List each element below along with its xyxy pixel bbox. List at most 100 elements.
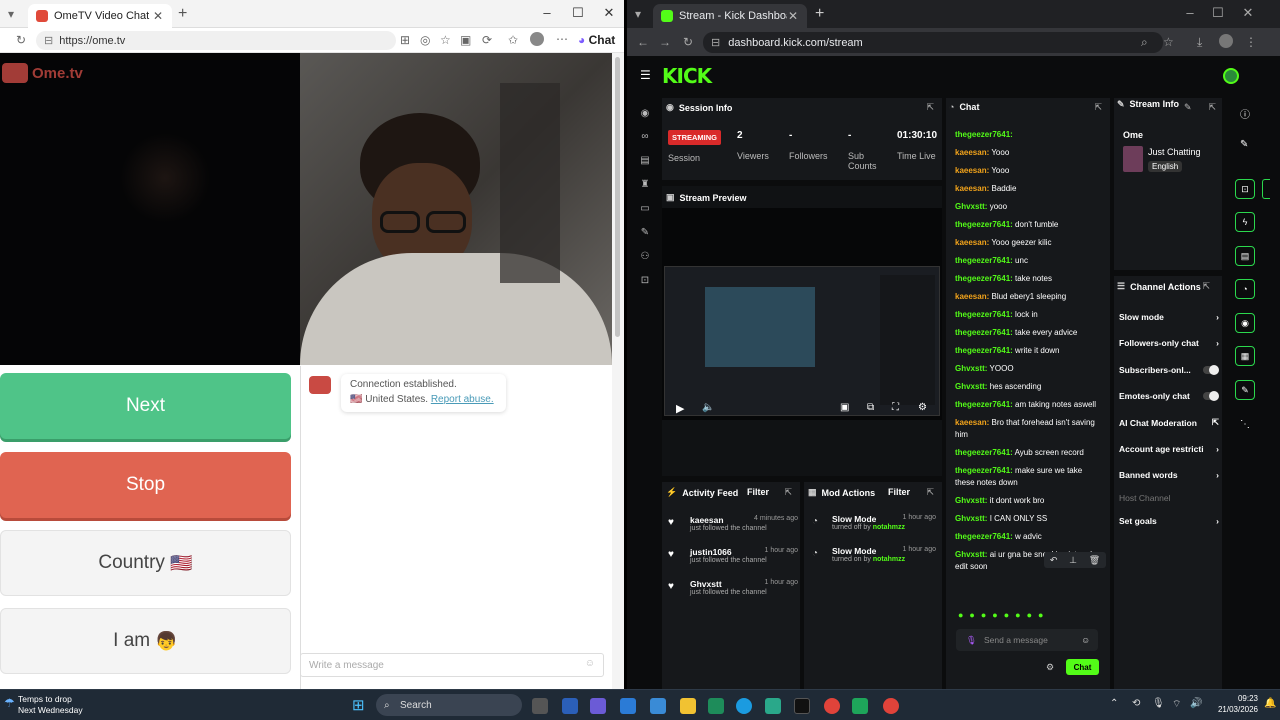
kick-logo[interactable]: KICK xyxy=(662,64,712,88)
stream-icon[interactable]: ◉ xyxy=(640,108,650,119)
hamburger-menu-icon[interactable]: ☰ xyxy=(640,68,651,82)
taskbar-search[interactable]: ⌕ Search xyxy=(376,694,522,716)
info-icon[interactable]: ⓘ xyxy=(1240,106,1250,121)
app-icon[interactable] xyxy=(852,698,868,714)
analytics-icon[interactable]: ▤ xyxy=(640,155,650,166)
tab-ometv[interactable]: OmeTV Video Chat — Omegl ✕ xyxy=(28,4,172,28)
maximize-icon[interactable]: ☐ xyxy=(1203,5,1233,21)
profile-avatar[interactable] xyxy=(530,32,544,46)
chat-message[interactable]: kaeesan: Yooo xyxy=(955,147,1103,159)
trophy-icon[interactable]: ♜ xyxy=(640,179,650,190)
chat-message[interactable]: thegeezer7641: xyxy=(955,129,1103,141)
site-info-icon[interactable]: ⊟ xyxy=(711,36,720,49)
tiktok-icon[interactable] xyxy=(794,698,810,714)
chat-username[interactable]: thegeezer7641: xyxy=(955,400,1013,409)
chat-message[interactable]: thegeezer7641: take every advice xyxy=(955,327,1103,339)
volume-icon[interactable]: 🔊 xyxy=(1190,698,1202,709)
send-chat-button[interactable]: Chat xyxy=(1066,659,1099,675)
close-tab-icon[interactable]: ✕ xyxy=(152,9,164,23)
copilot-chat-button[interactable]: ◕ Chat xyxy=(578,33,615,47)
chat-message[interactable]: thegeezer7641: lock in xyxy=(955,309,1103,321)
chat-username[interactable]: thegeezer7641: xyxy=(955,466,1013,475)
chat-username[interactable]: kaeesan: xyxy=(955,184,989,193)
volume-icon[interactable]: 🔈 xyxy=(702,402,714,413)
chat-message[interactable]: kaeesan: Yooo xyxy=(955,165,1103,177)
zoom-icon[interactable]: ⌕ xyxy=(1141,35,1148,50)
chat-username[interactable]: thegeezer7641: xyxy=(955,256,1013,265)
task-view-icon[interactable] xyxy=(532,698,548,714)
forward-icon[interactable]: → xyxy=(659,35,671,49)
chat-message[interactable]: thegeezer7641: am taking notes aswell xyxy=(955,399,1103,411)
emoji-picker-icon[interactable]: ☺ xyxy=(1081,635,1090,645)
tool-icon[interactable]: ✎ xyxy=(1235,380,1255,400)
close-window-icon[interactable]: ✕ xyxy=(1233,5,1263,21)
chat-settings-icon[interactable]: ⚙ xyxy=(1046,662,1054,673)
close-window-icon[interactable]: ✕ xyxy=(594,5,624,21)
chat-username[interactable]: thegeezer7641: xyxy=(955,310,1013,319)
chat-username[interactable]: Ghvxstt: xyxy=(955,496,987,505)
reload-icon[interactable]: ↻ xyxy=(16,33,26,47)
chat-username[interactable]: kaeesan: xyxy=(955,418,989,427)
stop-button[interactable]: Stop xyxy=(0,452,291,518)
chat-message[interactable]: kaeesan: Yooo geezer kilic xyxy=(955,237,1103,249)
apps-icon[interactable]: ⊞ xyxy=(400,33,410,47)
chat-username[interactable]: Ghvxstt: xyxy=(955,382,987,391)
minimize-icon[interactable]: – xyxy=(532,5,562,20)
chat-username[interactable]: kaeesan: xyxy=(955,166,989,175)
clip-icon[interactable]: ⊡ xyxy=(1235,179,1255,199)
mod-filter-button[interactable]: Filter xyxy=(888,487,910,497)
chat-message[interactable]: thegeezer7641: take notes xyxy=(955,273,1103,285)
profile-avatar[interactable] xyxy=(1219,34,1233,48)
message-input[interactable]: Write a message ☺ xyxy=(300,653,604,677)
chat-input[interactable]: 🎙 Send a message ☺ xyxy=(956,629,1098,651)
user-avatar[interactable] xyxy=(1223,68,1239,84)
action-followers-only[interactable]: Followers-only chat › xyxy=(1119,338,1219,348)
chat-message[interactable]: kaeesan: Baddie xyxy=(955,183,1103,195)
preview-video[interactable]: ▶ 🔈 ▣ ⧉ ⛶ ⚙ xyxy=(662,208,942,420)
action-subscribers-only[interactable]: Subscribers-onl... xyxy=(1119,365,1219,375)
menu-icon[interactable]: ⋮ xyxy=(1245,35,1257,49)
chat-username[interactable]: thegeezer7641: xyxy=(955,532,1013,541)
action-slow-mode[interactable]: Slow mode › xyxy=(1119,312,1219,322)
chat-message[interactable]: thegeezer7641: Ayub screen record xyxy=(955,447,1103,459)
broadcast-action-icon[interactable]: ◉ xyxy=(1235,313,1255,333)
clock[interactable]: 09:23 21/03/2026 xyxy=(1206,693,1258,715)
chat-username[interactable]: Ghvxstt: xyxy=(955,550,987,559)
emotes-only-toggle[interactable] xyxy=(1203,391,1219,401)
chat-message[interactable]: Ghvxstt: YOOO xyxy=(955,363,1103,375)
chat-username[interactable]: kaeesan: xyxy=(955,148,989,157)
scrollbar-thumb[interactable] xyxy=(615,57,620,337)
moderator-link[interactable]: notahmzz xyxy=(873,556,905,563)
file-explorer-icon[interactable] xyxy=(680,698,696,714)
chat-message[interactable]: thegeezer7641: make sure we take these n… xyxy=(955,465,1103,489)
skype-icon[interactable] xyxy=(736,698,752,714)
download-icon[interactable]: ⤓ xyxy=(1197,35,1202,50)
settings-gear-icon[interactable]: ⚙ xyxy=(918,402,927,413)
popout-icon[interactable]: ⇱ xyxy=(926,487,934,498)
action-ai-moderation[interactable]: AI Chat Moderation ⇱ xyxy=(1119,417,1219,428)
chat-message[interactable]: kaeesan: Blud ebery1 sleeping xyxy=(955,291,1103,303)
chat-message[interactable]: kaeesan: Bro that forehead isn't saving … xyxy=(955,417,1103,441)
mic-icon[interactable]: 🎙 xyxy=(966,635,977,646)
more-icon[interactable]: ⋯ xyxy=(556,32,568,46)
chat-message[interactable]: thegeezer7641: unc xyxy=(955,255,1103,267)
link-icon[interactable]: ∞ xyxy=(640,131,650,142)
url-field[interactable]: ⊟ dashboard.kick.com/stream xyxy=(703,32,1163,53)
chat-username[interactable]: thegeezer7641: xyxy=(955,328,1013,337)
refresh-ext-icon[interactable]: ⟳ xyxy=(482,33,492,47)
popout-icon[interactable]: ⇱ xyxy=(1202,281,1210,292)
chat-username[interactable]: kaeesan: xyxy=(955,238,989,247)
inbox-icon[interactable]: ⊡ xyxy=(640,275,650,286)
emoji-icon[interactable]: ☺ xyxy=(585,658,595,669)
moderator-link[interactable]: notahmzz xyxy=(873,524,905,531)
chat-message[interactable]: Ghvxstt: hes ascending xyxy=(955,381,1103,393)
extension-icon[interactable]: ◎ xyxy=(420,33,430,47)
url-field[interactable]: ⊟ https://ome.tv xyxy=(36,31,396,50)
mic-tray-icon[interactable]: 🎙 xyxy=(1152,698,1165,709)
close-tab-icon[interactable]: ✕ xyxy=(787,9,799,23)
wifi-icon[interactable]: ⌔ xyxy=(1172,698,1181,711)
tray-app-icon[interactable]: ⟲ xyxy=(1132,698,1140,709)
chat-message[interactable]: thegeezer7641: w advic xyxy=(955,531,1103,543)
popout-icon[interactable]: ⇱ xyxy=(926,102,934,113)
reply-icon[interactable]: ↶ xyxy=(1050,555,1058,566)
